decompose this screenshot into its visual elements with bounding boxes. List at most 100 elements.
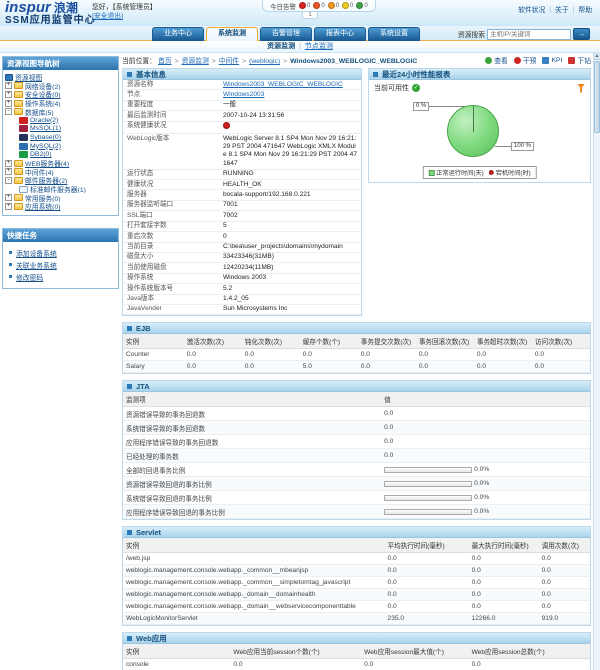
breadcrumb-link[interactable]: 资源监测 [182, 58, 209, 65]
quick-task-item[interactable]: 添加设备系统 [6, 247, 115, 259]
top-link[interactable]: 帮助 [578, 4, 592, 14]
jta-metric-value: 0.0 [384, 438, 393, 445]
info-value[interactable]: Windows2003_WEBLOGIC_WEBLOGIC [223, 81, 361, 89]
info-value[interactable]: Windows2003 [223, 91, 361, 99]
value-cell: 0.0 [469, 565, 539, 577]
tree-item-label[interactable]: 网络设备(2) [25, 82, 61, 91]
nav-tab[interactable]: 业务中心 [152, 27, 204, 41]
column-header: 钝化次数(次) [242, 334, 300, 349]
tree-item[interactable]: + 常用服务(0) [5, 193, 116, 202]
scrollbar-thumb[interactable] [594, 61, 600, 133]
tree-item-label[interactable]: 操作系统(4) [25, 99, 61, 108]
tree-item[interactable]: - 邮件服务器(2) [5, 176, 116, 185]
jta-metric-value: 0.0 [384, 424, 393, 431]
logout-link[interactable]: [安全退出] [92, 12, 123, 22]
breadcrumb-link[interactable]: 中间件 [219, 58, 239, 65]
tree-item[interactable]: + 网络设备(2) [5, 82, 116, 91]
quick-task-link[interactable]: 修改密码 [16, 272, 43, 282]
kpi-action[interactable]: KPI [542, 55, 562, 65]
expand-icon[interactable]: + [5, 168, 12, 175]
tree-item-label[interactable]: 常用服务(0) [25, 193, 61, 202]
subnav-node-monitor[interactable]: 节点监测 [305, 43, 333, 50]
info-value: 33423346(31MB) [223, 253, 361, 261]
ejb-title: EJB [123, 323, 590, 334]
vertical-scrollbar[interactable]: ▲ [593, 53, 600, 670]
tree-item-label[interactable]: Oracle(2) [30, 117, 58, 124]
tree-item[interactable]: Sybase(0) [5, 133, 116, 142]
top-link[interactable]: 软件状况 [518, 4, 545, 14]
tree-item-label[interactable]: 标准邮件服务器(1) [30, 185, 86, 194]
expand-icon[interactable]: + [5, 82, 12, 89]
quick-task-item[interactable]: 关联业务系统 [6, 259, 115, 271]
drill-action[interactable]: 下钻 [568, 55, 591, 65]
expand-icon[interactable]: + [5, 100, 12, 107]
tree-item-label[interactable]: 应用系统(0) [25, 202, 61, 211]
pie-slice-line [473, 106, 474, 132]
tree-item[interactable]: DB2(0) [5, 150, 116, 159]
tree-item[interactable]: + 中间件(4) [5, 168, 116, 177]
tree-item-label[interactable]: MsSQL(1) [30, 125, 61, 132]
nav-tab[interactable]: 系统监测 [206, 27, 258, 41]
alert-badge[interactable]: 0 [328, 2, 339, 9]
tree-item-label[interactable]: WEB服务器(4) [25, 159, 69, 168]
expand-icon[interactable]: + [5, 91, 12, 98]
tree-item-label[interactable]: 邮件服务器(2) [25, 176, 67, 185]
tree-item[interactable]: + WEB服务器(4) [5, 159, 116, 168]
instance-cell: weblogic.management.console.webapp._doma… [123, 589, 385, 601]
expand-icon[interactable]: + [5, 194, 12, 201]
folder-icon [14, 194, 23, 201]
filter-icon[interactable] [577, 84, 585, 93]
breadcrumb-link[interactable]: (weblogic) [249, 58, 280, 65]
alert-badge[interactable]: 0 [313, 2, 324, 9]
tree-item[interactable]: + 安全设备(0) [5, 90, 116, 99]
tree-item[interactable]: - 数据库(5) [5, 107, 116, 116]
basic-info-table: 资源名称Windows2003_WEBLOGIC_WEBLOGIC节点Windo… [123, 80, 361, 315]
column-header: 事务回滚次数(次) [416, 334, 474, 349]
value-cell: 0.0 [539, 565, 590, 577]
tree-item[interactable]: MsSQL(1) [5, 125, 116, 134]
alert-badge[interactable]: 0 [356, 2, 367, 9]
nav-tab[interactable]: 报表中心 [314, 27, 366, 41]
subnav-resource-monitor[interactable]: 资源监测 [267, 43, 295, 50]
alert-badge[interactable]: 0 [299, 2, 310, 9]
alert-sub-count[interactable]: 1 [302, 12, 318, 19]
tree-item[interactable]: Oracle(2) [5, 116, 116, 125]
tree-item[interactable]: + 操作系统(4) [5, 99, 116, 108]
search-input[interactable] [487, 29, 571, 40]
scrollbar-up-arrow[interactable]: ▲ [594, 53, 600, 60]
collapse-icon[interactable]: - [5, 108, 12, 115]
tree-item-label[interactable]: MySQL(2) [30, 143, 61, 150]
tree-item[interactable]: + 应用系统(0) [5, 202, 116, 211]
value-cell: 0.0 [469, 577, 539, 589]
tree-item[interactable]: 标准邮件服务器(1) [5, 185, 116, 194]
breadcrumb-link[interactable]: 首页 [158, 58, 172, 65]
tree-item[interactable]: 资源视图 [5, 73, 116, 82]
jta-metric-value: 0.0% [384, 494, 489, 501]
quick-task-link[interactable]: 关联业务系统 [16, 260, 57, 270]
search-button[interactable]: → [573, 28, 590, 40]
expand-icon[interactable]: + [5, 160, 12, 167]
folder-icon [14, 168, 23, 175]
column-header: 事务提交次数(次) [358, 334, 416, 349]
jta-metric-value: 0.0% [384, 466, 489, 473]
top-link[interactable]: 关于 [555, 4, 569, 14]
alert-badge[interactable]: 0 [342, 2, 353, 9]
tree-item-label[interactable]: 数据库(5) [25, 107, 54, 116]
tree-item[interactable]: MySQL(2) [5, 142, 116, 151]
view-action[interactable]: 查看 [485, 55, 508, 65]
quick-task-item[interactable]: 修改密码 [6, 271, 115, 283]
nav-tab[interactable]: 告警管理 [260, 27, 312, 41]
alert-summary-bar: 今日告警 00000 [262, 0, 376, 12]
tree-item-label[interactable]: Sybase(0) [30, 134, 61, 141]
tree-item-label[interactable]: 中间件(4) [25, 168, 54, 177]
servlet-title: Servlet [123, 527, 590, 538]
tree-item-label[interactable]: 资源视图 [15, 73, 42, 82]
tree-item-label[interactable]: DB2(0) [30, 151, 52, 158]
nav-tab[interactable]: 系统设置 [368, 27, 420, 41]
jta-metric-label: 资源错误导致回退的事务比例 [126, 479, 384, 489]
expand-icon[interactable]: + [5, 203, 12, 210]
tree-item-label[interactable]: 安全设备(0) [25, 90, 61, 99]
collapse-icon[interactable]: - [5, 177, 12, 184]
quick-task-link[interactable]: 添加设备系统 [16, 248, 57, 258]
intervene-action[interactable]: 干预 [514, 55, 537, 65]
